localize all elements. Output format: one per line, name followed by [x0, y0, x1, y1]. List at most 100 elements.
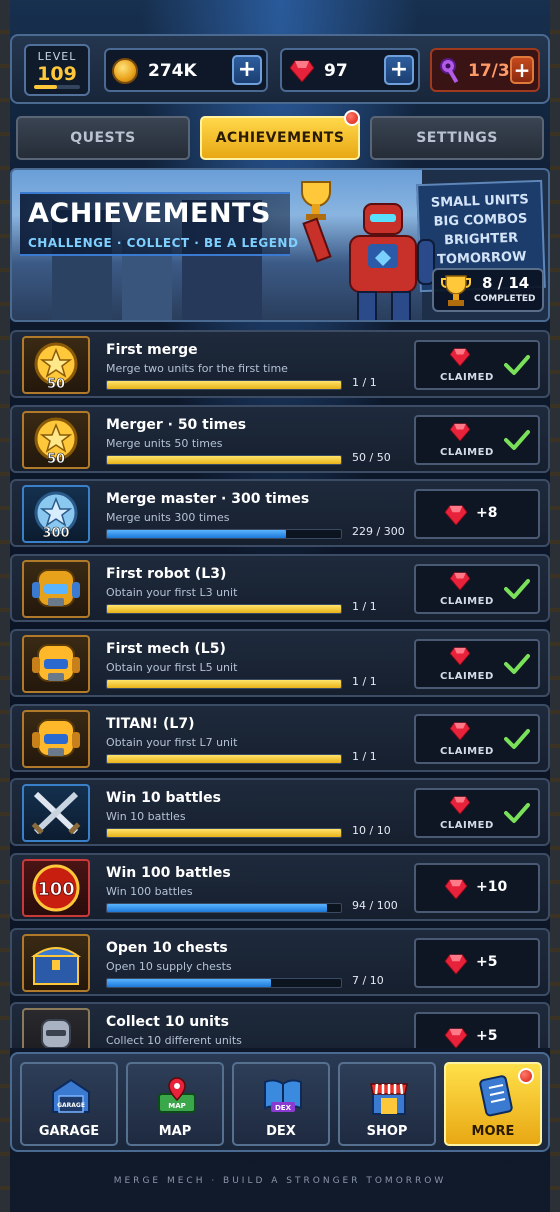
claimed-reward: CLAIMED [414, 564, 540, 614]
progress-bar [106, 828, 342, 838]
robot-head-blue-icon [32, 569, 80, 607]
achievement-row[interactable]: 50 Merger · 50 times Merge units 50 times 5… [10, 405, 550, 473]
robot-head-gold-icon [32, 719, 80, 757]
progress-bar [106, 679, 342, 689]
add-gems-button[interactable]: + [384, 55, 414, 85]
progress-fill [107, 530, 286, 538]
tab-bar: QUESTS ACHIEVEMENTS SETTINGS [14, 110, 546, 162]
gems-counter: 97 + [280, 48, 420, 92]
chest-icon [30, 947, 82, 985]
achievement-icon-frame [22, 784, 90, 842]
achievement-row[interactable]: TITAN! (L7) Obtain your first L7 unit 1 / … [10, 704, 550, 772]
add-keys-button[interactable]: + [510, 56, 534, 84]
map-icon-label: MAP [168, 1102, 186, 1110]
star-medal-50-icon: 50 [34, 417, 78, 467]
nav-shop-button[interactable]: SHOP [338, 1062, 436, 1146]
nav-label: SHOP [366, 1124, 408, 1139]
progress-fill [107, 605, 341, 613]
background-girder-right [550, 0, 560, 1212]
achievement-title: Win 10 battles [106, 790, 221, 806]
claimed-reward: CLAIMED [414, 714, 540, 764]
achievement-row[interactable]: First robot (L3) Obtain your first L3 uni… [10, 554, 550, 622]
claimed-label: CLAIMED [440, 372, 494, 383]
achievement-row[interactable]: 300 Merge master · 300 times Merge units 3… [10, 479, 550, 547]
check-icon [504, 579, 530, 599]
achievement-description: Obtain your first L3 unit [106, 586, 238, 599]
achievement-description: Obtain your first L7 unit [106, 736, 238, 749]
robot-silver-icon [41, 1019, 71, 1048]
achievement-row[interactable]: 50 First merge Merge two units for the fir… [10, 330, 550, 398]
achievement-description: Win 100 battles [106, 885, 193, 898]
achievement-row[interactable]: First mech (L5) Obtain your first L5 unit… [10, 629, 550, 697]
crossed-swords-icon [31, 791, 81, 835]
achievement-row[interactable]: Collect 10 units Collect 10 different uni… [10, 1002, 550, 1048]
key-icon [440, 58, 459, 84]
claim-reward-button[interactable]: +8 [414, 489, 540, 539]
check-icon [504, 729, 530, 749]
achievement-list[interactable]: 50 First merge Merge two units for the fir… [10, 330, 550, 1048]
completed-label: COMPLETED [474, 294, 536, 304]
achievement-icon-frame: 300 [22, 485, 90, 543]
keys-counter: 17/3 + [430, 48, 540, 92]
achievement-title: First mech (L5) [106, 641, 226, 657]
tab-settings[interactable]: SETTINGS [370, 116, 544, 160]
achievement-row[interactable]: Win 10 battles Win 10 battles 10 / 10 CLAIM… [10, 778, 550, 846]
progress-fill [107, 381, 341, 389]
claimed-reward: CLAIMED [414, 639, 540, 689]
footer-tagline: MERGE MECH · BUILD A STRONGER TOMORROW [113, 1176, 447, 1186]
level-progress-bar [34, 85, 80, 89]
progress-bar [106, 380, 342, 390]
resource-bar: LEVEL 109 274K + 97 + 17/3 + [10, 34, 550, 104]
achievement-description: Collect 10 different units [106, 1034, 242, 1047]
level-progress-fill [34, 85, 57, 89]
nav-label: MAP [158, 1124, 192, 1139]
gem-icon [444, 879, 468, 899]
trophy-icon [441, 275, 471, 306]
check-icon [504, 803, 530, 823]
nav-label: GARAGE [38, 1124, 100, 1139]
shop-icon [370, 1083, 408, 1115]
progress-fill [107, 456, 341, 464]
achievement-description: Obtain your first L5 unit [106, 661, 238, 674]
achievement-description: Merge two units for the first time [106, 362, 288, 375]
claim-reward-button[interactable]: +5 [414, 1012, 540, 1048]
nav-garage-button[interactable]: GARAGE GARAGE [20, 1062, 118, 1146]
achievement-description: Merge units 300 times [106, 511, 230, 524]
banner-subtitle: CHALLENGE · COLLECT · BE A LEGEND [28, 236, 299, 250]
achievement-icon-frame: 50 [22, 336, 90, 394]
progress-text: 229 / 300 [352, 525, 405, 538]
tab-quests[interactable]: QUESTS [16, 116, 190, 160]
claim-reward-button[interactable]: +10 [414, 863, 540, 913]
progress-fill [107, 829, 341, 837]
keys-value: 17/3 [468, 61, 510, 81]
progress-text: 7 / 10 [352, 974, 384, 987]
nav-map-button[interactable]: MAP MAP [126, 1062, 224, 1146]
level-value: 109 [37, 63, 77, 85]
achievement-row[interactable]: Open 10 chests Open 10 supply chests 7 / 1… [10, 928, 550, 996]
progress-fill [107, 755, 341, 763]
laurel-number: 100 [37, 879, 75, 900]
progress-text: 1 / 1 [352, 675, 377, 688]
gem-icon [450, 423, 470, 441]
claimed-reward: CLAIMED [414, 340, 540, 390]
nav-dex-button[interactable]: DEX DEX [232, 1062, 330, 1146]
claim-reward-button[interactable]: +5 [414, 938, 540, 988]
add-coins-button[interactable]: + [232, 55, 262, 85]
progress-fill [107, 979, 271, 987]
notification-dot [518, 1068, 534, 1084]
nav-more-button[interactable]: MORE [444, 1062, 542, 1146]
achievement-title: Open 10 chests [106, 940, 228, 956]
check-icon [504, 654, 530, 674]
reward-amount: +10 [476, 879, 508, 895]
robot-head-gold-icon [32, 644, 80, 682]
more-scroll-icon [479, 1075, 513, 1117]
achievements-banner: ACHIEVEMENTS CHALLENGE · COLLECT · BE A … [10, 168, 550, 322]
tab-achievements[interactable]: ACHIEVEMENTS [200, 116, 360, 160]
progress-text: 94 / 100 [352, 899, 398, 912]
star-medal-300-icon: 300 [34, 491, 78, 541]
achievement-row[interactable]: 100 Win 100 battles Win 100 battles 94 / 10… [10, 853, 550, 921]
level-badge[interactable]: LEVEL 109 [24, 44, 90, 96]
achievement-description: Win 10 battles [106, 810, 186, 823]
coin-icon [112, 58, 138, 84]
coins-value: 274K [148, 61, 197, 81]
